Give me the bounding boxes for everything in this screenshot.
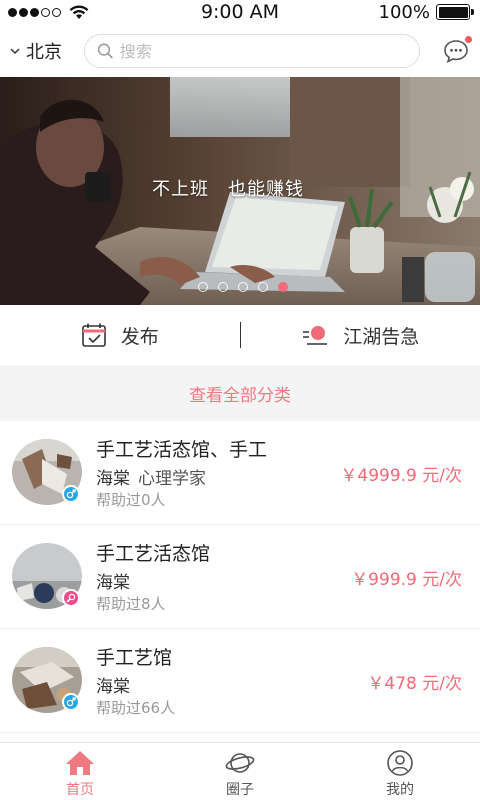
tab-label: 圈子	[226, 782, 254, 798]
publish-label: 发布	[120, 325, 159, 348]
signal-dot	[41, 7, 50, 17]
service-list: 手工艺活态馆、手工 海棠 心理学家 帮助过0人 ￥4999.9 元/次 手工艺活…	[0, 421, 480, 733]
service-price: ￥478 元/次	[367, 674, 462, 694]
view-all-categories-label: 查看全部分类	[189, 385, 291, 406]
helped-count: 帮助过8人	[96, 595, 166, 613]
chevron-down-icon	[10, 48, 20, 55]
promo-banner[interactable]: 不上班 也能赚钱	[0, 77, 480, 305]
service-price: ￥4999.9 元/次	[340, 466, 462, 486]
battery-icon	[436, 4, 474, 20]
banner-page-dot[interactable]	[238, 282, 248, 292]
signal-dot	[8, 7, 17, 17]
helped-count: 帮助过0人	[96, 491, 166, 509]
female-icon	[62, 589, 80, 607]
tab-label: 我的	[386, 782, 414, 798]
alarm-light-icon	[303, 326, 328, 345]
home-icon	[66, 751, 94, 775]
banner-page-dot[interactable]	[278, 282, 288, 292]
status-bar: 9:00 AM 100%	[0, 0, 480, 24]
male-icon	[62, 485, 80, 503]
quick-actions: 发布 江湖告急	[0, 305, 480, 365]
battery-percent: 100%	[378, 1, 430, 23]
service-title: 手工艺活态馆	[96, 543, 211, 565]
planet-icon	[225, 753, 255, 773]
signal-indicator	[8, 4, 89, 20]
city-label: 北京	[26, 42, 62, 63]
tab-label: 首页	[66, 782, 94, 798]
view-all-categories-button[interactable]: 查看全部分类	[0, 365, 480, 421]
message-badge	[465, 36, 472, 43]
signal-dot	[30, 7, 39, 17]
banner-pagination[interactable]	[0, 282, 480, 292]
service-title: 手工艺活态馆、手工	[96, 439, 268, 461]
tab-home[interactable]: 首页	[0, 743, 160, 800]
tab-bar: 首页 圈子 我的	[0, 742, 480, 800]
list-item[interactable]: 手工艺馆 海棠 帮助过66人 ￥478 元/次	[0, 629, 480, 733]
signal-dot	[52, 7, 61, 17]
service-title: 手工艺馆	[96, 647, 173, 669]
banner-page-dot[interactable]	[218, 282, 228, 292]
provider-name: 海棠	[96, 469, 130, 489]
service-price: ￥999.9 元/次	[351, 570, 462, 590]
list-item[interactable]: 手工艺活态馆 海棠 帮助过8人 ￥999.9 元/次	[0, 525, 480, 629]
signal-dot	[19, 7, 28, 17]
search-bar[interactable]	[84, 34, 420, 68]
banner-page-dot[interactable]	[198, 282, 208, 292]
list-item[interactable]: 手工艺活态馆、手工 海棠 心理学家 帮助过0人 ￥4999.9 元/次	[0, 421, 480, 525]
header: 北京	[0, 26, 480, 76]
provider-name: 海棠	[96, 573, 130, 593]
search-input[interactable]	[119, 41, 407, 61]
provider-info: 海棠	[96, 568, 138, 593]
tab-circle[interactable]: 圈子	[160, 743, 320, 800]
banner-page-dot[interactable]	[258, 282, 268, 292]
city-selector[interactable]: 北京	[10, 38, 84, 64]
provider-name: 海棠	[96, 677, 130, 697]
urgent-help-label: 江湖告急	[343, 325, 420, 348]
tab-profile[interactable]: 我的	[320, 743, 480, 800]
battery-indicator: 100%	[378, 1, 474, 23]
messages-button[interactable]	[442, 36, 472, 65]
male-icon	[62, 693, 80, 711]
search-icon	[97, 43, 113, 59]
calendar-check-icon	[81, 323, 106, 347]
banner-caption: 不上班 也能赚钱	[152, 179, 304, 200]
battery-fill	[438, 6, 468, 18]
helped-count: 帮助过66人	[96, 699, 176, 717]
wifi-icon	[69, 4, 89, 19]
publish-button[interactable]: 发布	[0, 305, 240, 365]
provider-info: 海棠 心理学家	[96, 464, 206, 489]
user-icon	[387, 750, 413, 776]
urgent-help-button[interactable]: 江湖告急	[241, 305, 480, 365]
provider-info: 海棠	[96, 672, 138, 697]
provider-role: 心理学家	[138, 469, 206, 489]
